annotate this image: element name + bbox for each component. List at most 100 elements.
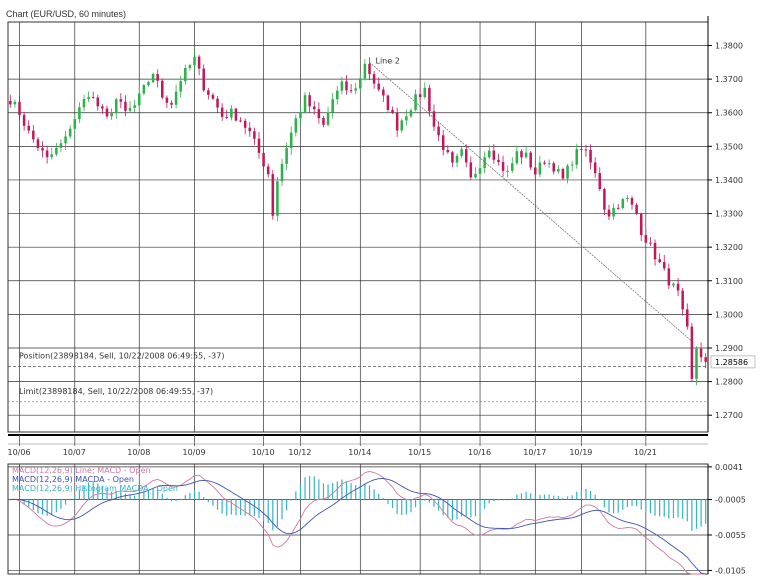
histogram-bar-82 [387, 499, 389, 504]
candle-1 [13, 99, 17, 108]
candle-50 [239, 117, 242, 123]
candle-body [50, 154, 54, 158]
candle-18 [91, 91, 95, 99]
histogram-bar-33 [161, 493, 163, 500]
histogram-bar-109 [511, 498, 513, 500]
candle-body [506, 170, 509, 172]
histogram-bar-97 [456, 499, 458, 520]
candle-body [446, 149, 450, 153]
histogram-bar-129 [603, 499, 605, 508]
date-tick-label-1: 10/07 [63, 448, 86, 457]
histogram-bar-123 [576, 491, 578, 500]
candle-69 [326, 106, 330, 127]
date-tick-label-3: 10/09 [183, 448, 206, 457]
candle-45 [216, 96, 219, 113]
candle-56 [266, 163, 270, 178]
candle-4 [27, 120, 30, 134]
candle-body [409, 110, 413, 117]
macd-legend-entry-1: MACD(12,26,9) MACDA - Open [12, 475, 134, 484]
histogram-bar-83 [391, 499, 394, 509]
candle-111 [520, 149, 523, 165]
candle-91 [428, 84, 431, 117]
candle-131 [612, 203, 615, 220]
candle-110 [515, 145, 519, 166]
chart-window[interactable]: Line 2 Position(23898184, Sell, 10/22/20… [0, 0, 761, 582]
candle-44 [211, 92, 215, 101]
histogram-bar-34 [166, 498, 168, 500]
candle-46 [220, 103, 224, 121]
candle-body [239, 120, 242, 122]
histogram-bar-149 [695, 499, 698, 529]
candle-30 [147, 80, 150, 87]
candle-body [170, 102, 173, 105]
candle-body [547, 163, 551, 165]
histogram-bar-139 [649, 499, 652, 514]
histogram-bar-37 [180, 498, 182, 500]
candle-body [253, 131, 256, 139]
candle-body [211, 94, 215, 99]
price-tick-label-0: 1.3800 [715, 42, 743, 51]
candle-120 [561, 167, 565, 180]
macd-legend: MACD(12,26,9) Line; MACD - OpenMACD(12,2… [12, 466, 178, 493]
histogram-bar-112 [525, 491, 527, 500]
candle-15 [78, 102, 81, 124]
candle-body [345, 81, 348, 91]
histogram-bar-67 [318, 479, 320, 500]
candle-body [690, 326, 694, 379]
candle-body [161, 80, 164, 98]
candle-body [87, 97, 90, 99]
candle-63 [299, 105, 302, 126]
candle-body [133, 105, 136, 108]
candle-body [59, 143, 63, 148]
price-tick-label-7: 1.3100 [715, 277, 743, 286]
candle-body [386, 95, 390, 110]
histogram-bar-90 [424, 499, 426, 501]
candle-body [492, 150, 496, 160]
histogram-bar-141 [659, 499, 661, 517]
candle-79 [372, 71, 376, 89]
price-tick-label-11: 1.2700 [715, 411, 743, 420]
candle-body [686, 309, 689, 327]
histogram-bar-28 [138, 494, 140, 500]
candle-142 [662, 255, 666, 271]
candle-7 [41, 141, 44, 158]
candle-body [667, 268, 671, 286]
candle-127 [593, 157, 597, 178]
candle-body [644, 235, 648, 243]
candle-149 [695, 346, 698, 386]
histogram-bar-119 [557, 495, 559, 500]
histogram-bar-7 [41, 499, 44, 515]
histogram-bar-43 [207, 499, 209, 503]
histogram-bar-128 [599, 499, 601, 501]
histogram-bar-142 [663, 499, 665, 517]
histogram-bar-80 [378, 493, 380, 500]
histogram-bar-61 [290, 499, 292, 501]
candle-body [184, 68, 187, 82]
candle-body [653, 242, 657, 260]
candle-114 [534, 160, 537, 181]
histogram-bar-102 [479, 499, 481, 514]
histogram-bar-12 [64, 499, 67, 505]
candle-body [464, 149, 468, 163]
candles-layer[interactable] [9, 50, 707, 386]
candle-body [552, 163, 555, 172]
histogram-bar-106 [497, 499, 500, 501]
candle-8 [45, 145, 49, 164]
candle-67 [317, 102, 321, 124]
histogram-bar-130 [608, 499, 610, 513]
candle-101 [474, 167, 477, 179]
histogram-bar-99 [465, 499, 467, 516]
candle-73 [345, 75, 348, 95]
candle-body [41, 148, 44, 151]
histogram-bar-44 [212, 499, 214, 506]
histogram-bar-10 [55, 499, 57, 513]
candle-body [114, 99, 118, 114]
histogram-bar-107 [502, 499, 504, 501]
candle-body [497, 159, 500, 162]
candle-5 [32, 125, 35, 143]
candle-body [423, 87, 427, 98]
candle-body [400, 120, 404, 131]
histogram-bar-146 [682, 499, 684, 519]
price-tick-label-4: 1.3400 [715, 176, 743, 185]
chart-svg[interactable]: Line 2 Position(23898184, Sell, 10/22/20… [0, 0, 761, 582]
